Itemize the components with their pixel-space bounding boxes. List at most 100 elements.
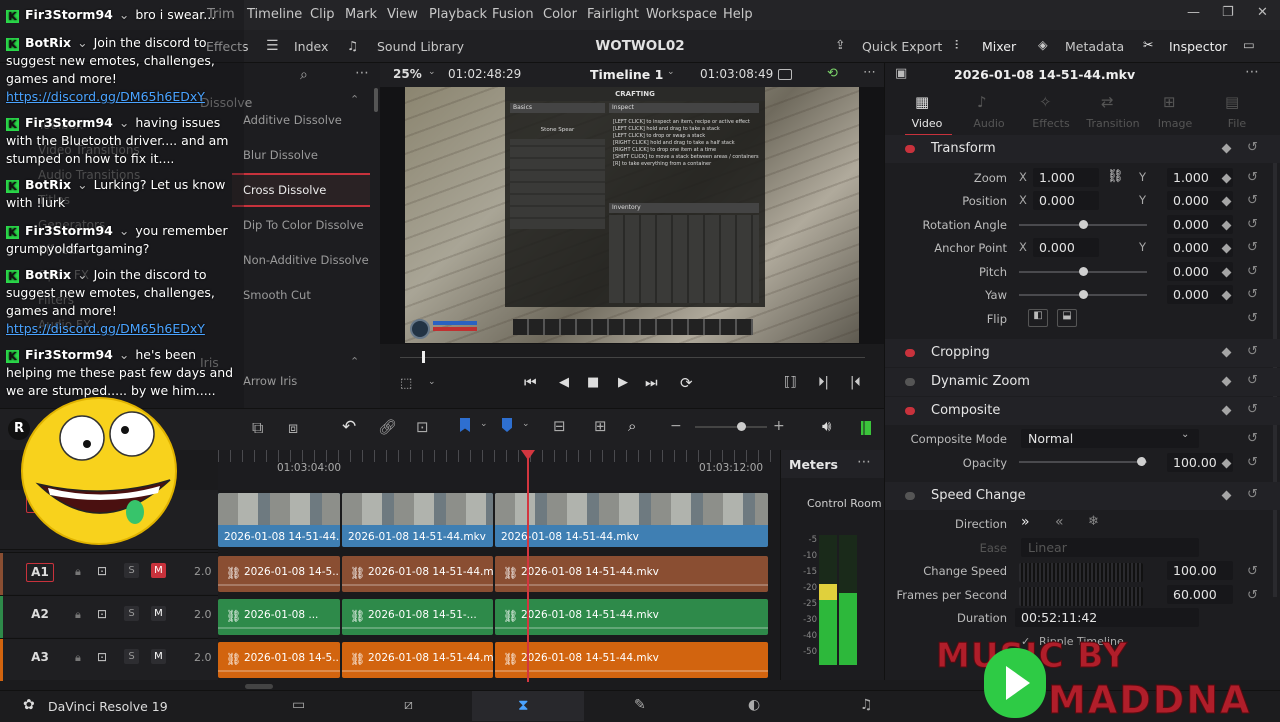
- freeze-icon[interactable]: ❄: [1088, 514, 1099, 529]
- zoom-y-input[interactable]: 1.000: [1173, 170, 1209, 185]
- reset-icon[interactable]: ↺: [1247, 487, 1258, 502]
- effect-item[interactable]: Smooth Cut: [232, 278, 370, 312]
- fusion-page-icon[interactable]: ✎: [634, 697, 646, 713]
- chat-username[interactable]: Fir3Storm94: [25, 115, 113, 130]
- menu-mark[interactable]: Mark: [345, 7, 377, 22]
- metadata-button[interactable]: Metadata: [1065, 39, 1124, 54]
- reset-icon[interactable]: ↺: [1247, 287, 1258, 302]
- change-speed-slider[interactable]: [1019, 563, 1143, 582]
- section-composite[interactable]: Composite ↺: [885, 397, 1280, 425]
- audio-clip[interactable]: ⛓ 2026-01-08 14-51-44.mkv: [495, 556, 768, 592]
- reset-icon[interactable]: ↺: [1247, 588, 1258, 603]
- sound-library-button[interactable]: Sound Library: [377, 39, 464, 54]
- flip-vertical-icon[interactable]: ⬓: [1057, 309, 1077, 327]
- snapping-icon[interactable]: ↶: [342, 417, 356, 437]
- zoom-slider-knob[interactable]: [737, 422, 746, 431]
- match-frame-icon[interactable]: ⟦⟧: [784, 375, 797, 390]
- reset-icon[interactable]: ↺: [1247, 564, 1258, 579]
- more-options-icon[interactable]: ⋯: [355, 65, 369, 81]
- zoom-out-icon[interactable]: −: [670, 418, 682, 434]
- loop-icon[interactable]: ⟳: [680, 374, 693, 392]
- reset-icon[interactable]: ↺: [1247, 455, 1258, 470]
- keyframe-icon[interactable]: [1221, 405, 1232, 416]
- index-button[interactable]: Index: [294, 39, 328, 54]
- crop-icon[interactable]: ⬚: [400, 376, 412, 391]
- fps-slider[interactable]: [1019, 587, 1143, 606]
- audio-clip[interactable]: ⛓ 2026-01-08 14-51-44.mkv: [495, 599, 768, 635]
- effect-item[interactable]: Blur Dissolve: [232, 138, 370, 172]
- menu-help[interactable]: Help: [723, 7, 753, 22]
- mute-button[interactable]: M: [151, 649, 166, 664]
- automation-icon[interactable]: ⊡: [97, 607, 107, 621]
- effect-item[interactable]: Arrow Iris: [232, 364, 370, 398]
- flag-icon[interactable]: [460, 418, 470, 432]
- chat-username[interactable]: BotRix: [25, 35, 71, 50]
- video-clip[interactable]: 2026-01-08 14-51-44.mkv: [495, 493, 768, 547]
- scrubber-handle[interactable]: [422, 351, 425, 363]
- chat-username[interactable]: BotRix: [25, 267, 71, 282]
- reset-icon[interactable]: ↺: [1247, 264, 1258, 279]
- fps-value[interactable]: 60.000: [1173, 587, 1217, 602]
- timeline-tracks[interactable]: 2026-01-08 14-51-44.... 2026-01-08 14-51-…: [218, 490, 780, 680]
- reset-icon[interactable]: ↺: [1247, 140, 1258, 155]
- zoom-full-icon[interactable]: ⊟: [553, 417, 566, 435]
- maximize-icon[interactable]: ❐: [1222, 5, 1234, 20]
- keyframe-icon[interactable]: [1221, 376, 1232, 387]
- video-clip[interactable]: 2026-01-08 14-51-44.mkv: [342, 493, 493, 547]
- lock-icon[interactable]: ⊡: [416, 418, 429, 436]
- tab-image[interactable]: Image: [1147, 117, 1203, 130]
- chevron-down-icon[interactable]: ⌄: [667, 67, 675, 77]
- opacity-slider-track[interactable]: [1019, 461, 1147, 463]
- toggle-icon[interactable]: [905, 378, 915, 386]
- flip-horizontal-icon[interactable]: ◧: [1028, 309, 1048, 327]
- track-name[interactable]: A1: [26, 563, 54, 582]
- inspector-button[interactable]: Inspector: [1169, 39, 1227, 54]
- playhead[interactable]: [521, 450, 535, 682]
- tab-transition[interactable]: Transition: [1085, 117, 1141, 130]
- section-cropping[interactable]: Cropping ↺: [885, 339, 1280, 367]
- section-speed-change[interactable]: Speed Change ↺: [885, 482, 1280, 510]
- chat-link[interactable]: https://discord.gg/DM65h6EDxY: [6, 321, 205, 336]
- jump-start-icon[interactable]: ⏮: [524, 375, 537, 391]
- anchor-y-input[interactable]: 0.000: [1173, 240, 1209, 255]
- zoom-in-icon[interactable]: +: [773, 418, 785, 434]
- keyframe-icon[interactable]: [1221, 347, 1232, 358]
- reset-icon[interactable]: ↺: [1247, 217, 1258, 232]
- toggle-icon[interactable]: [905, 145, 915, 153]
- position-x-input[interactable]: 0.000: [1039, 193, 1075, 208]
- effect-item[interactable]: Non-Additive Dissolve: [232, 243, 370, 277]
- play-icon[interactable]: ▶: [618, 375, 628, 390]
- lock-icon[interactable]: 🔒︎: [75, 565, 81, 579]
- menu-playback[interactable]: Playback: [429, 7, 487, 22]
- timeline-ruler[interactable]: 01:03:04:00 01:03:12:00: [218, 450, 780, 490]
- menu-view[interactable]: View: [387, 7, 418, 22]
- cut-page-icon[interactable]: ⧄: [404, 697, 413, 713]
- tab-audio[interactable]: Audio: [961, 117, 1017, 130]
- hd-icon[interactable]: [778, 69, 792, 80]
- chevron-down-icon[interactable]: ⌄: [1181, 429, 1189, 440]
- inspector-scrollbar[interactable]: [1273, 137, 1277, 597]
- marker-icon[interactable]: [502, 418, 512, 432]
- play-reverse-icon[interactable]: ◀: [559, 375, 569, 390]
- zoom-slider[interactable]: [695, 426, 767, 428]
- solo-button[interactable]: S: [124, 606, 139, 621]
- search-icon[interactable]: ⌕: [300, 67, 308, 83]
- reset-icon[interactable]: ↺: [1247, 170, 1258, 185]
- menu-clip[interactable]: Clip: [310, 7, 335, 22]
- link-icon[interactable]: ⛓: [1107, 169, 1124, 184]
- chat-username[interactable]: Fir3Storm94: [25, 223, 113, 238]
- scrubber-track[interactable]: [400, 357, 865, 358]
- anchor-x-input[interactable]: 0.000: [1039, 240, 1075, 255]
- timeline-name[interactable]: Timeline 1: [590, 67, 663, 82]
- fairlight-page-icon[interactable]: ♫: [860, 697, 873, 713]
- more-options-icon[interactable]: ⋯: [1245, 64, 1259, 80]
- yaw-slider-value[interactable]: 0.000: [1173, 287, 1209, 302]
- audio-clip[interactable]: ⛓ 2026-01-08 14-5...: [218, 642, 340, 678]
- solo-button[interactable]: S: [124, 563, 139, 578]
- scrollbar[interactable]: [374, 88, 378, 112]
- audio-clip[interactable]: ⛓ 2026-01-08 14-51-...: [342, 599, 493, 635]
- opacity-slider-knob[interactable]: [1137, 457, 1146, 466]
- pitch-slider-knob[interactable]: [1079, 267, 1088, 276]
- reset-icon[interactable]: ↺: [1247, 193, 1258, 208]
- dynamic-trim-icon[interactable]: ⧈: [288, 418, 298, 438]
